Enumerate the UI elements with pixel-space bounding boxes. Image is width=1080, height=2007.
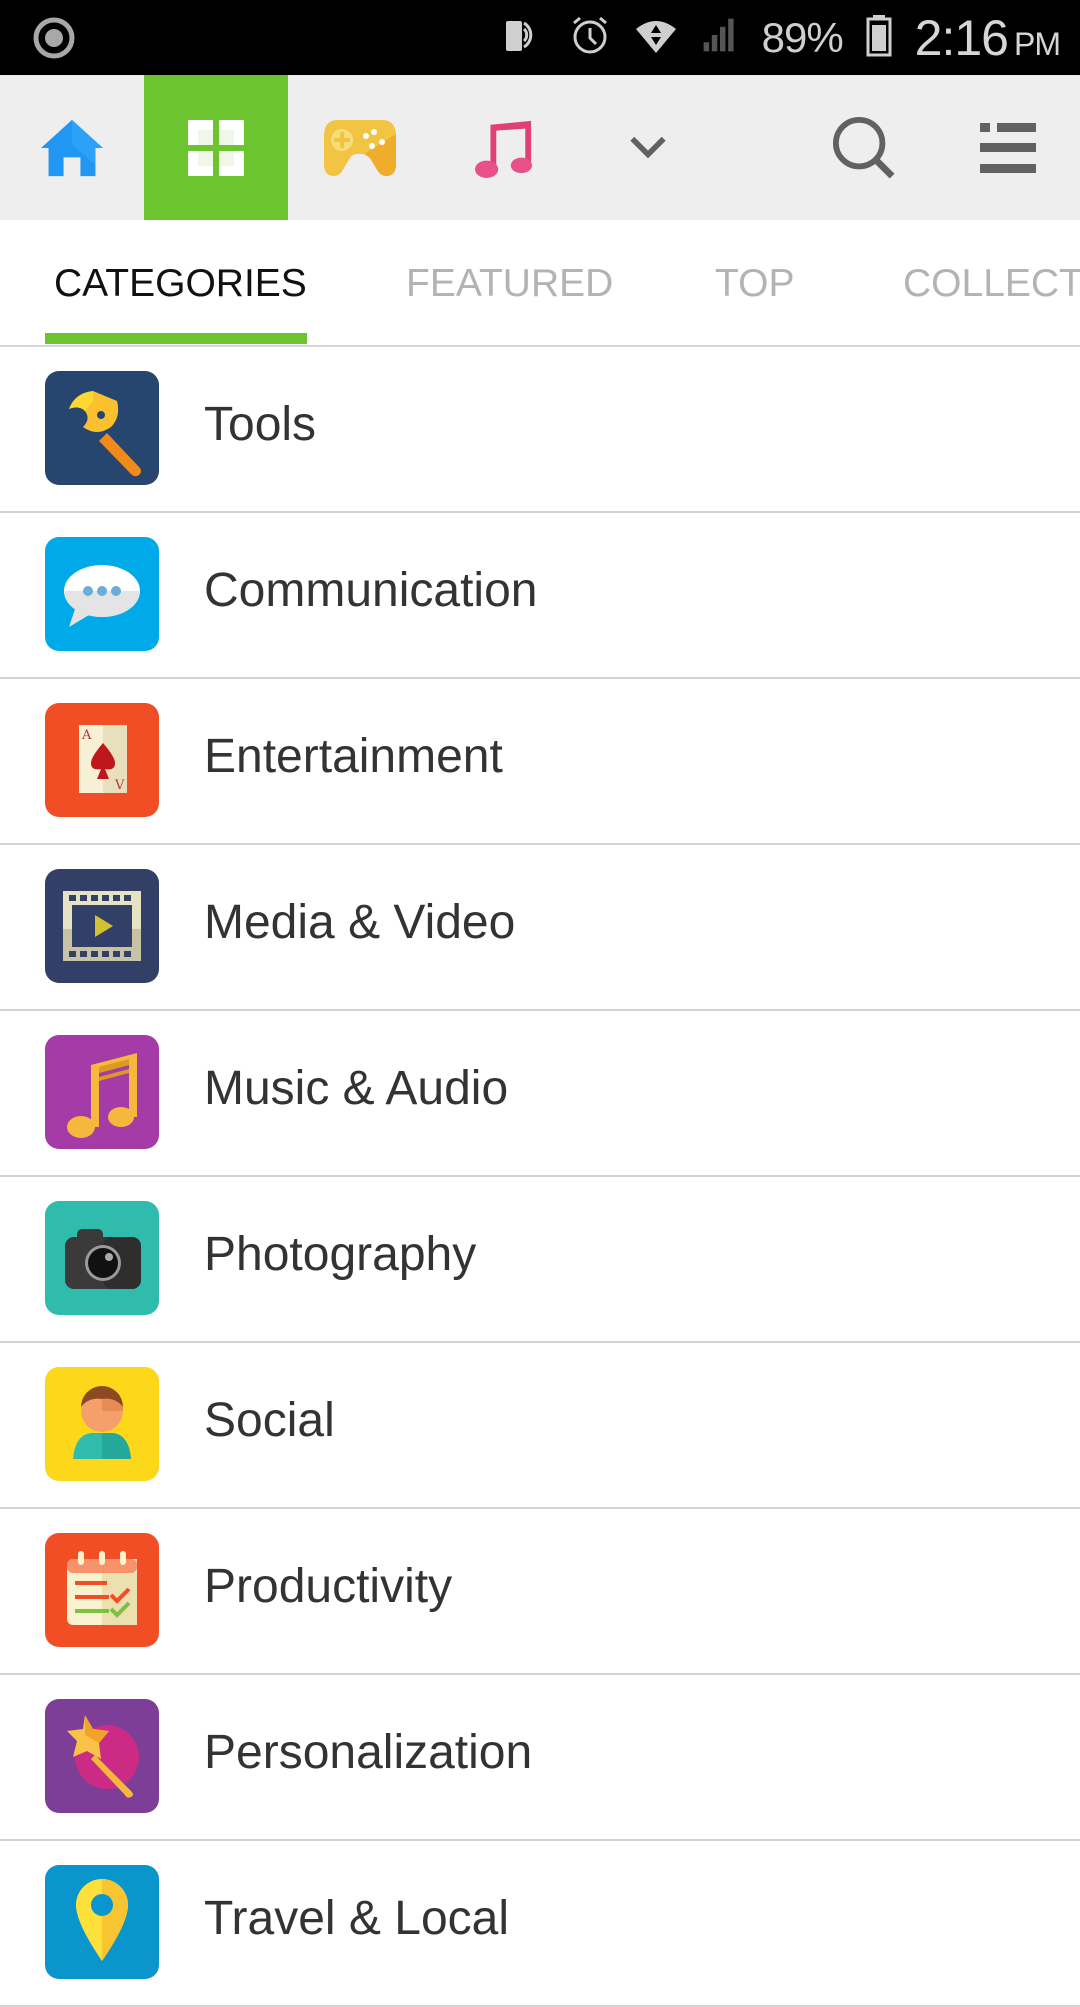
list-menu-icon <box>980 122 1036 173</box>
battery-percent: 89% <box>761 13 844 61</box>
category-label: Travel & Local <box>204 1892 510 1945</box>
category-row-media-video[interactable]: Media & Video <box>0 845 1080 1011</box>
category-row-entertainment[interactable]: A V Entertainment <box>0 679 1080 845</box>
apps-button[interactable] <box>144 75 288 220</box>
more-tabs-button[interactable] <box>576 75 720 220</box>
category-list: Tools Communication A V Entertainment Me… <box>0 347 1080 2007</box>
games-button[interactable] <box>288 75 432 220</box>
active-tab-indicator <box>45 333 307 344</box>
chevron-down-icon <box>630 136 666 158</box>
category-row-social[interactable]: Social <box>0 1343 1080 1509</box>
alarm-icon <box>568 13 612 62</box>
chat-bubble-icon <box>45 537 159 651</box>
person-icon <box>45 1367 159 1481</box>
music-note-icon <box>475 120 533 178</box>
location-pin-icon <box>45 1865 159 1979</box>
category-row-productivity[interactable]: Productivity <box>0 1509 1080 1675</box>
category-row-tools[interactable]: Tools <box>0 347 1080 513</box>
grid-icon <box>188 119 244 176</box>
tab-categories[interactable]: CATEGORIES <box>54 262 307 306</box>
category-label: Photography <box>204 1228 477 1281</box>
top-toolbar <box>0 75 1080 220</box>
category-label: Productivity <box>204 1560 453 1613</box>
magic-wand-icon <box>45 1699 159 1813</box>
record-icon <box>32 16 76 60</box>
checklist-calendar-icon <box>45 1533 159 1647</box>
music-notes-icon <box>45 1035 159 1149</box>
home-icon <box>41 119 103 176</box>
category-row-photography[interactable]: Photography <box>0 1177 1080 1343</box>
tab-bar: CATEGORIES FEATURED TOP COLLECT <box>0 220 1080 347</box>
svg-text:A: A <box>81 728 92 743</box>
home-button[interactable] <box>0 75 144 220</box>
category-row-music-audio[interactable]: Music & Audio <box>0 1011 1080 1177</box>
clock-time: 2:16 <box>914 9 1009 66</box>
gamepad-icon <box>324 119 396 176</box>
tab-collections[interactable]: COLLECT <box>903 262 1080 306</box>
wrench-icon <box>45 371 159 485</box>
tab-top[interactable]: TOP <box>715 262 794 306</box>
status-bar: 89% 2:16 PM <box>0 0 1080 75</box>
clock-ampm: PM <box>1014 25 1061 62</box>
category-label: Communication <box>204 564 538 617</box>
category-row-personalization[interactable]: Personalization <box>0 1675 1080 1841</box>
camera-icon <box>45 1201 159 1315</box>
category-label: Music & Audio <box>204 1062 509 1115</box>
category-row-communication[interactable]: Communication <box>0 513 1080 679</box>
search-icon <box>832 116 895 179</box>
playing-card-icon: A V <box>45 703 159 817</box>
search-button[interactable] <box>792 75 936 220</box>
category-label: Social <box>204 1394 335 1447</box>
film-play-icon <box>45 869 159 983</box>
cell-signal-icon <box>700 13 740 62</box>
svg-text:V: V <box>114 778 125 793</box>
category-label: Tools <box>204 398 317 451</box>
tab-featured[interactable]: FEATURED <box>406 262 613 306</box>
battery-icon <box>865 13 893 62</box>
wifi-icon <box>634 13 678 62</box>
clock: 2:16 PM <box>914 9 1061 67</box>
menu-button[interactable] <box>936 75 1080 220</box>
nfc-payment-icon <box>502 13 546 62</box>
music-button[interactable] <box>432 75 576 220</box>
category-label: Entertainment <box>204 730 503 783</box>
category-row-travel-local[interactable]: Travel & Local <box>0 1841 1080 2007</box>
category-label: Personalization <box>204 1726 533 1779</box>
category-label: Media & Video <box>204 896 516 949</box>
